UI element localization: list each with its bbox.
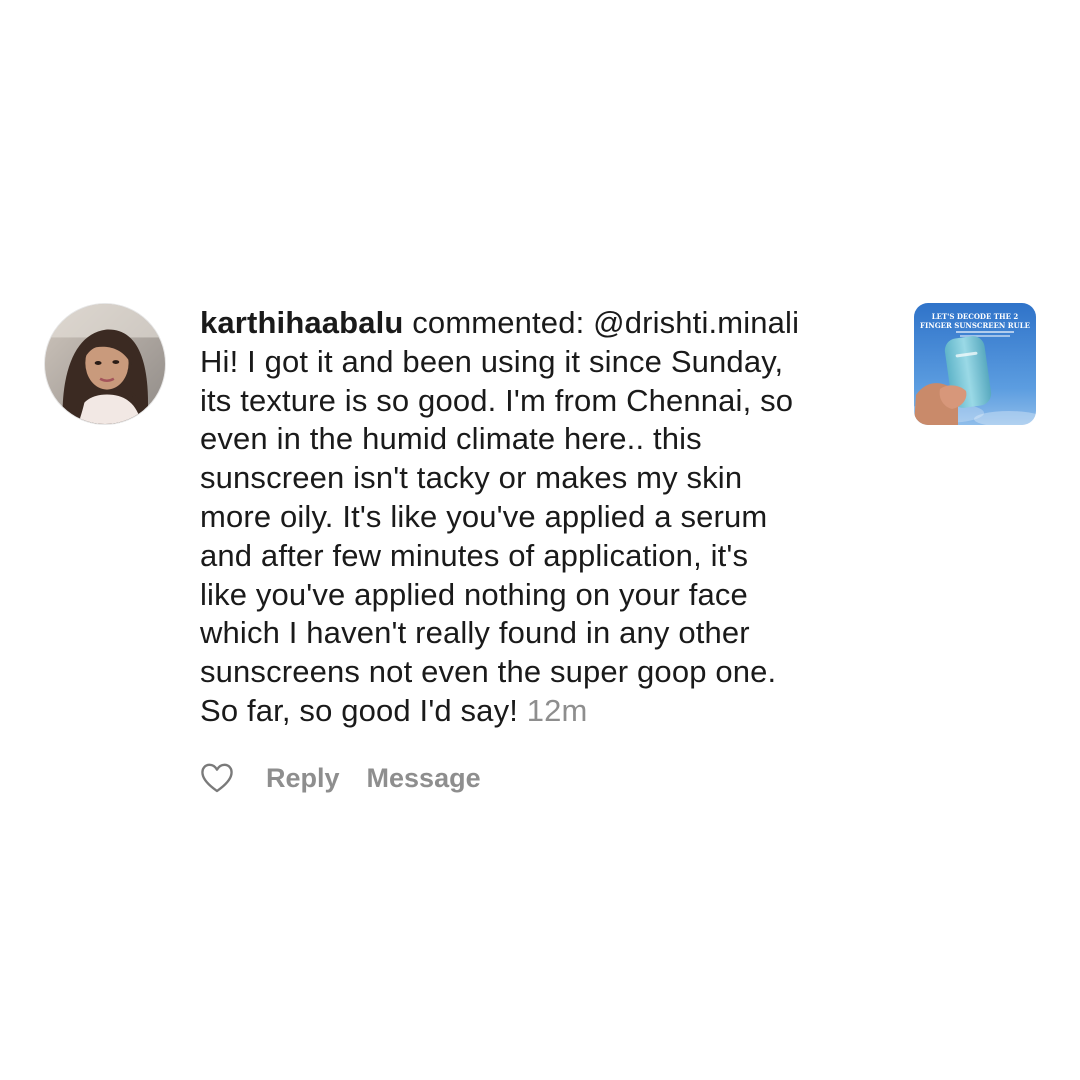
comment-action-text: commented: [403,305,594,340]
thumbnail-headline-2: FINGER SUNSCREEN RULE [920,321,1030,330]
avatar-photo [45,304,165,424]
comment-body: Hi! I got it and been using it since Sun… [200,343,794,728]
comment-timestamp: 12m [526,692,588,728]
heart-icon[interactable] [200,761,234,795]
comment-text: karthihaabalu commented: @drishti.minali… [200,304,890,731]
reply-button[interactable]: Reply [266,763,340,794]
post-thumbnail[interactable]: LET'S DECODE THE 2 FINGER SUNSCREEN RULE [914,303,1036,425]
comment-actions: Reply Message [200,760,481,796]
post-thumbnail-image: LET'S DECODE THE 2 FINGER SUNSCREEN RULE [914,303,1036,425]
mention-link[interactable]: @drishti.minali [593,305,799,340]
username-link[interactable]: karthihaabalu [200,305,404,340]
comment-notification: karthihaabalu commented: @drishti.minali… [0,0,1080,1080]
message-button[interactable]: Message [367,763,481,794]
like-heart-outline [201,763,233,793]
thumbnail-headline-1: LET'S DECODE THE 2 [932,312,1019,321]
user-avatar[interactable] [44,303,166,425]
